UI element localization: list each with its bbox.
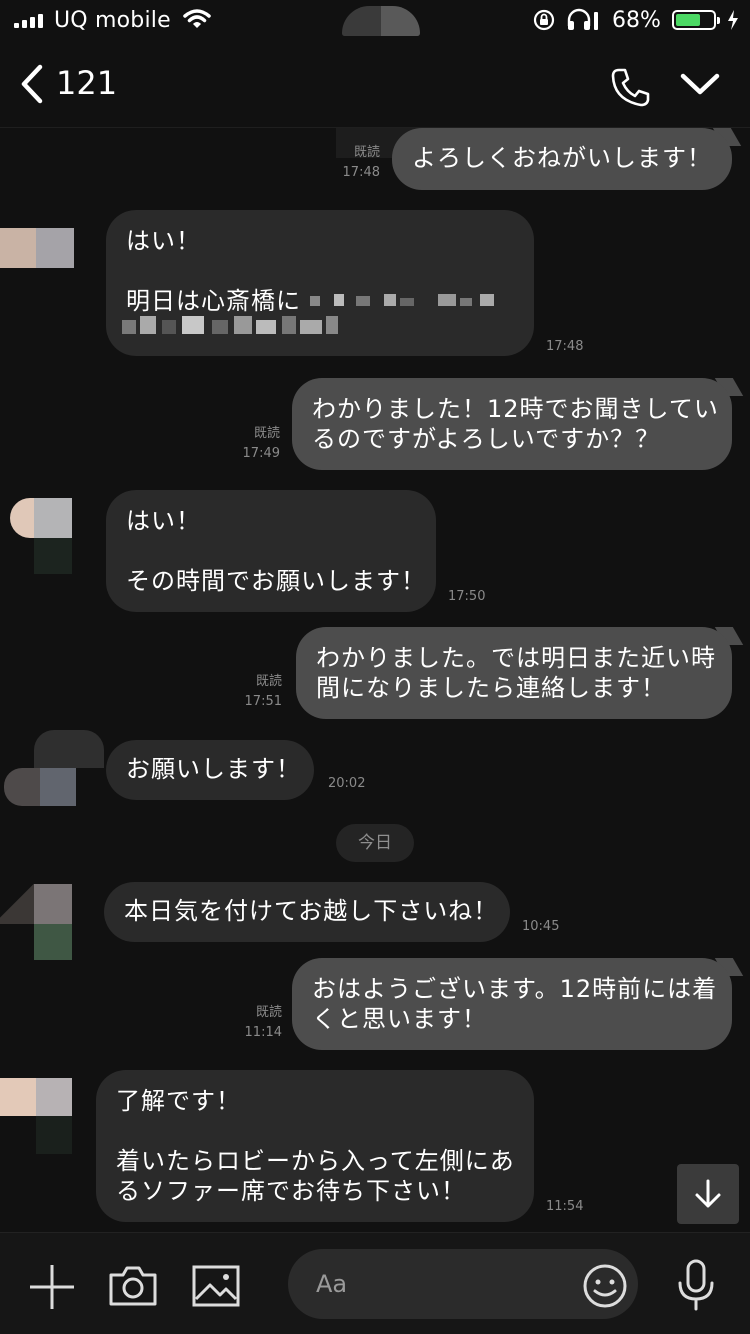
message-bubble-outgoing[interactable]: わかりました！12時でお聞きしてい るのですがよろしいですか？？	[292, 378, 732, 470]
message-bubble-incoming[interactable]: お願いします！	[106, 740, 314, 800]
read-receipt: 既読	[255, 1005, 282, 1020]
message-time: 10:45	[522, 919, 560, 934]
input-toolbar	[0, 1232, 750, 1334]
message-text: おはようございます。12時前には着	[312, 975, 718, 1003]
message-bubble-incoming[interactable]: 了解です！ 着いたらロビーから入って左側にあ るソファー席でお待ち下さい！	[96, 1070, 534, 1222]
message-bubble-outgoing[interactable]: よろしくおねがいします！	[392, 128, 732, 190]
message-bubble-outgoing[interactable]: わかりました。では明日また近い時 間になりましたら連絡します！	[296, 627, 732, 719]
chevron-down-icon[interactable]	[680, 72, 720, 96]
message-bubble-incoming[interactable]: はい！ 明日は心斎橋に	[106, 210, 534, 356]
charging-icon	[728, 10, 738, 30]
battery-fill	[676, 14, 700, 26]
message-text: わかりました。では明日また近い時	[316, 644, 716, 672]
message-text: その時間でお願いします！	[126, 567, 426, 595]
read-receipt: 既読	[255, 674, 282, 689]
read-receipt: 既読	[253, 426, 280, 441]
message-text: 着いたらロビーから入って左側にあ	[116, 1147, 515, 1175]
message-bubble-outgoing[interactable]: おはようございます。12時前には着 くと思います！	[292, 958, 732, 1050]
emoji-icon[interactable]	[582, 1263, 628, 1309]
image-icon[interactable]	[192, 1265, 240, 1307]
avatar[interactable]	[4, 730, 104, 806]
message-text: るのですがよろしいですか？？	[312, 425, 661, 453]
message-text: 間になりましたら連絡します！	[316, 674, 666, 702]
message-text: わかりました！12時でお聞きしてい	[312, 395, 719, 423]
message-time: 11:54	[546, 1199, 584, 1214]
scroll-to-bottom-button[interactable]	[677, 1164, 739, 1224]
microphone-icon[interactable]	[676, 1259, 716, 1311]
camera-icon[interactable]	[108, 1265, 158, 1307]
message-meta: 既読 17:48	[336, 143, 380, 183]
redacted-text-mosaic	[122, 316, 338, 334]
chat-header: 121	[0, 42, 750, 128]
avatar[interactable]	[0, 1078, 72, 1154]
message-time: 17:49	[242, 446, 280, 461]
avatar[interactable]	[0, 884, 72, 960]
message-meta: 既読 17:51	[236, 672, 282, 712]
message-meta: 既読 17:49	[236, 424, 280, 464]
plus-icon[interactable]	[28, 1263, 76, 1311]
date-separator: 今日	[336, 824, 414, 862]
phone-icon[interactable]	[610, 66, 652, 108]
message-time: 17:48	[546, 339, 584, 354]
message-text: 了解です！	[116, 1087, 241, 1115]
battery-percent: 68%	[612, 8, 661, 33]
battery-icon	[672, 10, 720, 30]
avatar[interactable]	[10, 498, 82, 574]
message-text: お願いします！	[126, 755, 301, 783]
message-time: 17:51	[244, 694, 282, 709]
redacted-text-mosaic	[309, 294, 494, 306]
read-receipt: 既読	[353, 145, 380, 160]
rotation-lock-icon	[533, 9, 555, 31]
message-meta: 既読 11:14	[240, 1003, 282, 1043]
carrier-name: UQ mobile	[54, 8, 171, 33]
avatar[interactable]	[0, 228, 74, 268]
signal-icon	[14, 14, 43, 28]
headphones-icon	[567, 8, 598, 30]
message-text: はい！	[126, 507, 201, 535]
message-text: はい！	[126, 227, 201, 255]
status-bar: UQ mobile 68%	[0, 0, 750, 42]
wifi-icon	[183, 9, 211, 28]
message-text: 本日気を付けてお越し下さいね！	[124, 897, 499, 925]
blurred-profile-image	[342, 6, 420, 36]
message-text: よろしくおねがいします！	[412, 144, 712, 172]
message-bubble-incoming[interactable]: 本日気を付けてお越し下さいね！	[104, 882, 510, 942]
message-bubble-incoming[interactable]: はい！ その時間でお願いします！	[106, 490, 436, 612]
message-time: 17:48	[342, 165, 380, 180]
message-text: くと思います！	[312, 1005, 487, 1033]
back-chevron-icon[interactable]	[18, 64, 46, 104]
message-time: 20:02	[328, 776, 366, 791]
arrow-down-icon	[695, 1179, 721, 1208]
message-text: 明日は心斎橋に	[126, 286, 514, 316]
message-text: るソファー席でお待ち下さい！	[116, 1177, 466, 1205]
chat-title: 121	[56, 64, 118, 102]
message-time: 11:14	[244, 1025, 282, 1040]
message-time: 17:50	[448, 589, 486, 604]
